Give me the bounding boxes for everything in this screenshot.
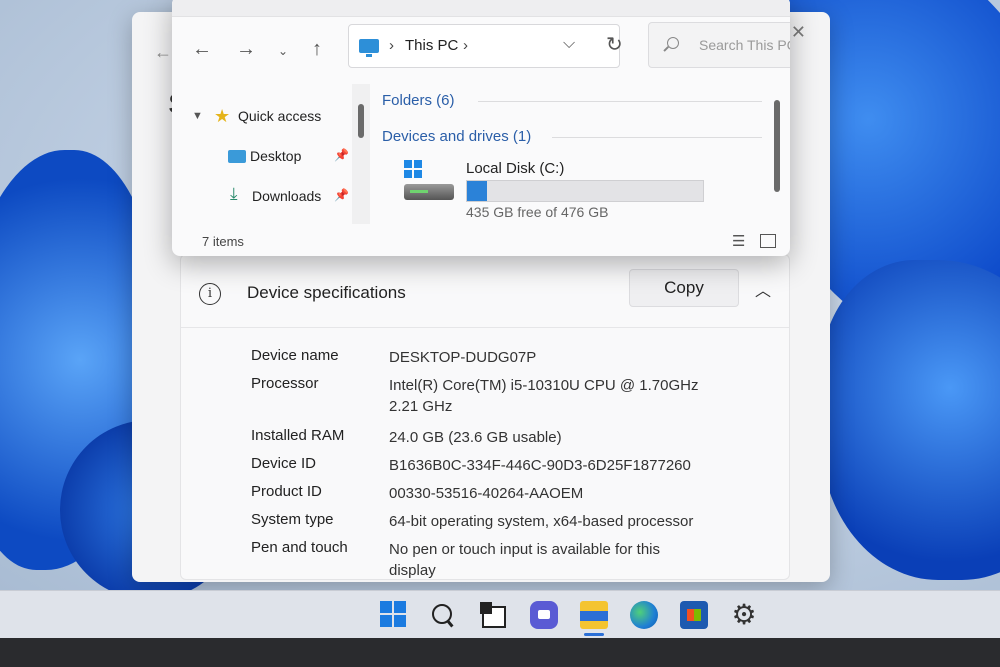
refresh-icon[interactable]: ↻ xyxy=(606,32,623,57)
edge-browser-icon[interactable] xyxy=(630,601,658,629)
active-app-indicator xyxy=(584,633,604,636)
chevron-right-icon[interactable]: › xyxy=(463,37,468,54)
pin-icon: 📌 xyxy=(334,188,349,202)
spec-value: No pen or touch input is available for t… xyxy=(389,541,660,579)
close-icon[interactable]: ✕ xyxy=(791,22,806,43)
download-icon: ⤓ xyxy=(230,184,238,203)
breadcrumb-this-pc[interactable]: This PC xyxy=(405,37,458,54)
navigation-pane: ▼ ★ Quick access Desktop 📌 ⤓ Downloads 📌 xyxy=(172,80,372,230)
spec-value: 64-bit operating system, x64-based proce… xyxy=(389,513,694,530)
recent-locations-chevron-icon[interactable]: ⌄ xyxy=(278,44,288,58)
forward-arrow-icon[interactable]: → xyxy=(236,38,256,61)
chevron-down-icon[interactable]: ⌵ xyxy=(563,35,575,53)
scrollbar-thumb[interactable] xyxy=(774,100,780,192)
divider xyxy=(478,101,762,102)
sidebar-item-quick-access[interactable]: Quick access xyxy=(238,108,321,124)
search-input[interactable]: Search This PC xyxy=(648,22,790,68)
spec-label: Installed RAM xyxy=(251,427,345,444)
device-specifications-header[interactable]: i Device specifications Copy ︿ xyxy=(181,255,789,328)
task-view-icon[interactable] xyxy=(480,602,506,628)
item-count: 7 items xyxy=(202,234,244,249)
spec-value: 00330-53516-40264-AAOEM xyxy=(389,485,584,502)
file-explorer-icon[interactable] xyxy=(580,601,608,629)
drive-name[interactable]: Local Disk (C:) xyxy=(466,160,564,177)
sidebar-item-desktop[interactable]: Desktop xyxy=(250,148,301,164)
status-bar: 7 items ☰ xyxy=(172,230,790,256)
section-title: Device specifications xyxy=(247,283,406,302)
device-specifications-card: i Device specifications Copy ︿ Device na… xyxy=(180,254,790,580)
spec-label: Pen and touch xyxy=(251,539,348,556)
spec-value: B1636B0C-334F-446C-90D3-6D25F1877260 xyxy=(389,457,691,474)
details-view-icon[interactable]: ☰ xyxy=(732,232,745,250)
chevron-down-icon[interactable]: ▼ xyxy=(192,110,203,122)
drive-free-space: 435 GB free of 476 GB xyxy=(466,204,609,220)
sidebar-item-downloads[interactable]: Downloads xyxy=(252,188,321,204)
this-pc-icon xyxy=(359,39,379,57)
search-icon[interactable] xyxy=(432,604,452,624)
info-icon: i xyxy=(199,283,221,305)
desktop-icon xyxy=(228,150,246,163)
spec-value: 24.0 GB (23.6 GB usable) xyxy=(389,429,562,446)
windows-start-icon[interactable] xyxy=(380,601,408,629)
spec-value: Intel(R) Core(TM) i5-10310U CPU @ 1.70GH… xyxy=(389,377,699,415)
spec-label: Product ID xyxy=(251,483,322,500)
star-icon: ★ xyxy=(214,106,231,126)
divider xyxy=(552,137,762,138)
back-arrow-icon[interactable]: ← xyxy=(154,42,172,63)
search-icon xyxy=(667,37,679,49)
spec-label: Processor xyxy=(251,375,319,392)
wallpaper-bloom xyxy=(820,260,1000,580)
taskbar: ⚙ xyxy=(0,590,1000,639)
gear-icon[interactable]: ⚙ xyxy=(730,601,758,629)
chevron-up-icon[interactable]: ︿ xyxy=(755,277,771,301)
back-arrow-icon[interactable]: ← xyxy=(192,38,212,61)
spec-label: Device ID xyxy=(251,455,317,472)
title-bar[interactable] xyxy=(172,0,790,17)
spec-value: DESKTOP-DUDG07P xyxy=(389,349,537,366)
drive-icon[interactable] xyxy=(404,184,454,200)
drive-usage-fill xyxy=(467,181,488,201)
up-arrow-icon[interactable]: ↑ xyxy=(312,38,322,61)
pin-icon: 📌 xyxy=(334,148,349,162)
group-header-devices[interactable]: Devices and drives (1) xyxy=(382,128,531,145)
windows-logo-icon xyxy=(404,160,422,178)
address-bar[interactable]: › This PC › ⌵ xyxy=(348,24,620,68)
drive-usage-bar xyxy=(466,180,704,202)
copy-button[interactable]: Copy xyxy=(629,269,739,307)
file-explorer-window: ← → ⌄ ↑ › This PC › ⌵ ↻ Search This PC ▼… xyxy=(172,0,790,256)
group-header-folders[interactable]: Folders (6) xyxy=(382,92,455,109)
laptop-bezel xyxy=(0,638,1000,667)
spec-label: System type xyxy=(251,511,334,528)
tiles-view-icon[interactable] xyxy=(760,234,776,248)
search-placeholder: Search This PC xyxy=(699,37,790,53)
spec-label: Device name xyxy=(251,347,339,364)
scrollbar-thumb[interactable] xyxy=(358,104,364,138)
chat-icon[interactable] xyxy=(530,601,558,629)
content-pane: Folders (6) Devices and drives (1) Local… xyxy=(378,80,780,230)
store-icon[interactable] xyxy=(680,601,708,629)
chevron-right-icon[interactable]: › xyxy=(389,37,394,54)
